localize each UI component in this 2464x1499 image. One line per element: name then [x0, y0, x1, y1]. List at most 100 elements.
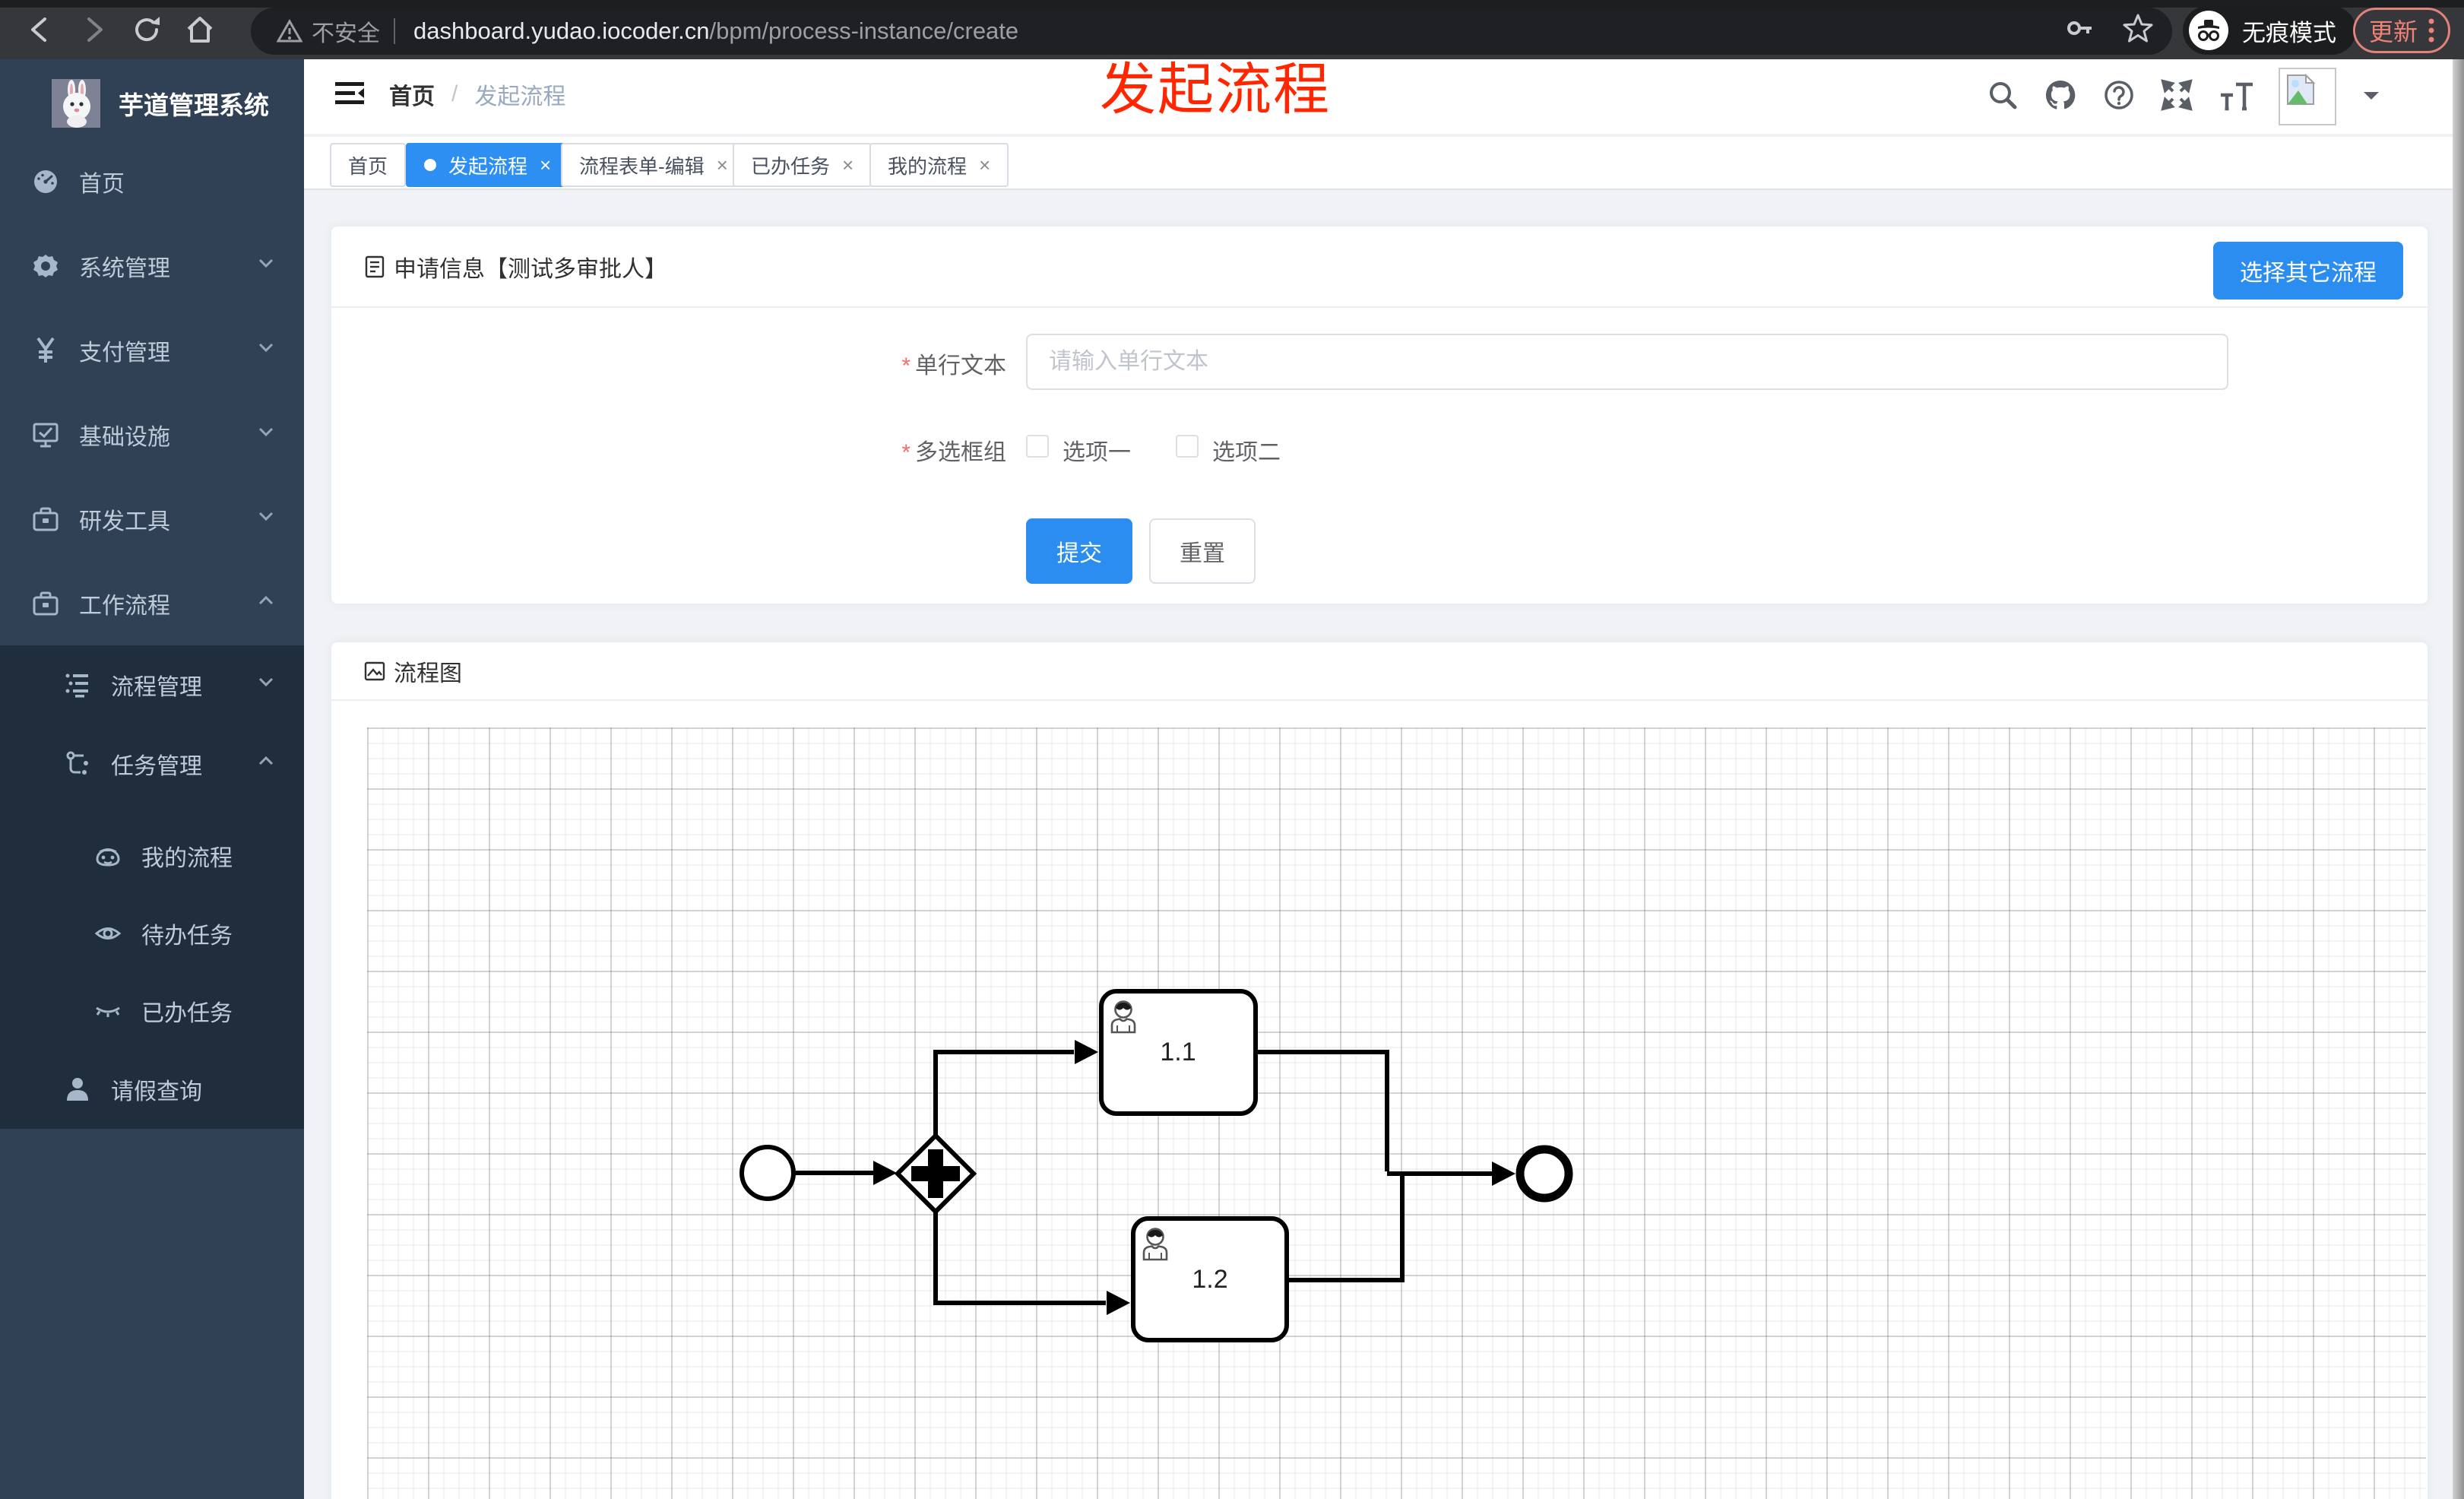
tag-done-tasks[interactable]: 已办任务 × — [733, 143, 873, 187]
url-path[interactable]: /bpm/process-instance/create — [710, 17, 1019, 45]
checkbox-option-2-label[interactable]: 选项二 — [1212, 433, 1281, 467]
sidebar-item-label: 任务管理 — [111, 754, 202, 779]
search-icon[interactable] — [1987, 79, 2019, 115]
sidebar-item-label: 研发工具 — [79, 509, 170, 534]
breadcrumb-home[interactable]: 首页 — [389, 78, 435, 111]
divider — [394, 18, 395, 44]
home-icon[interactable] — [181, 11, 219, 49]
app-logo-row[interactable]: 芋道管理系统 — [0, 59, 304, 143]
task-label: 1.1 — [1160, 1038, 1196, 1066]
picture-icon — [364, 661, 385, 680]
github-icon[interactable] — [2043, 78, 2078, 116]
sidebar-item-done-tasks[interactable]: 已办任务 — [0, 972, 304, 1050]
incognito-icon — [2189, 11, 2228, 50]
incognito-badge: 无痕模式 — [2183, 6, 2356, 55]
choose-other-process-button[interactable]: 选择其它流程 — [2213, 242, 2403, 299]
chevron-down-icon — [255, 421, 277, 448]
close-icon[interactable]: × — [979, 154, 990, 177]
tag-home[interactable]: 首页 — [330, 143, 407, 187]
sidebar-item-my-process[interactable]: 我的流程 — [0, 817, 304, 895]
url-host[interactable]: dashboard.yudao.iocoder.cn — [413, 17, 710, 45]
help-icon[interactable] — [2102, 78, 2136, 116]
bpmn-canvas[interactable]: 1.1 1.2 — [367, 727, 2426, 1499]
sidebar-item-label: 我的流程 — [141, 846, 233, 871]
tag-my-process[interactable]: 我的流程 × — [869, 143, 1009, 187]
sidebar-collapse-icon[interactable] — [331, 74, 369, 113]
avatar[interactable] — [2279, 68, 2336, 125]
caret-down-icon[interactable] — [2361, 87, 2382, 106]
toolbox-icon — [32, 505, 59, 533]
page-scrollbar[interactable] — [2453, 59, 2464, 1499]
sidebar-item-infrastructure[interactable]: 基础设施 — [0, 392, 304, 477]
forward-icon[interactable] — [74, 11, 112, 49]
start-event[interactable] — [740, 1145, 796, 1201]
sidebar-item-label: 请假查询 — [111, 1079, 202, 1104]
bpmn-diagram: 1.1 1.2 — [740, 989, 1573, 1342]
update-button[interactable]: 更新 — [2353, 8, 2450, 53]
required-marker: * — [901, 353, 911, 379]
fullscreen-icon[interactable] — [2160, 78, 2193, 116]
chrome-menu-dots-icon[interactable] — [2428, 17, 2434, 43]
rabbit-logo — [52, 79, 100, 128]
chevron-down-icon — [255, 252, 277, 280]
checkbox-option-1[interactable] — [1026, 435, 1049, 458]
sidebar-item-task-management[interactable]: 任务管理 — [0, 724, 304, 803]
sidebar-item-leave-query[interactable]: 请假查询 — [0, 1050, 304, 1129]
incognito-label: 无痕模式 — [2242, 19, 2336, 46]
close-icon[interactable]: × — [717, 154, 728, 177]
sidebar-item-home[interactable]: 首页 — [0, 139, 304, 223]
robot-icon — [94, 842, 122, 870]
user-task-1-1[interactable]: 1.1 — [1099, 989, 1258, 1116]
breadcrumb-current: 发起流程 — [474, 84, 566, 109]
end-event[interactable] — [1515, 1145, 1573, 1203]
sidebar: 芋道管理系统 首页 系统管理 支付管理 基础设施 研发工具 工作流程 流程管理 … — [0, 59, 304, 1499]
active-dot — [424, 159, 436, 171]
tag-label: 我的流程 — [888, 154, 968, 178]
sidebar-item-process-management[interactable]: 流程管理 — [0, 645, 304, 724]
chevron-up-icon — [255, 590, 277, 617]
checkbox-group-label: * 多选框组 — [901, 440, 1006, 465]
close-icon[interactable]: × — [540, 154, 551, 177]
not-secure-warning-icon[interactable] — [277, 18, 302, 44]
not-secure-label[interactable]: 不安全 — [312, 14, 380, 48]
process-diagram-card: 流程图 1.1 1.2 — [330, 641, 2429, 1499]
flow-icon — [64, 750, 91, 778]
process-diagram-title: 流程图 — [394, 661, 462, 686]
sidebar-item-workflow[interactable]: 工作流程 — [0, 561, 304, 645]
tag-start-process[interactable]: 发起流程 × — [406, 143, 570, 187]
tag-label: 发起流程 — [448, 154, 528, 178]
app-title: 芋道管理系统 — [119, 91, 269, 119]
chevron-down-icon — [255, 337, 277, 364]
eye-open-icon — [94, 920, 122, 947]
sidebar-item-dev-tools[interactable]: 研发工具 — [0, 477, 304, 561]
arrowhead — [873, 1161, 897, 1185]
close-icon[interactable]: × — [842, 154, 854, 177]
apply-info-card: 申请信息【测试多审批人】 选择其它流程 *单行文本 *多选框组 选项一 选项二 … — [330, 225, 2429, 605]
sidebar-item-label: 系统管理 — [79, 255, 170, 281]
bookmark-star-icon[interactable] — [2122, 12, 2154, 50]
reset-button[interactable]: 重置 — [1149, 518, 1256, 584]
key-icon[interactable] — [2064, 13, 2095, 49]
reload-icon[interactable] — [128, 11, 166, 49]
chevron-down-icon — [255, 505, 277, 533]
sidebar-item-todo-tasks[interactable]: 待办任务 — [0, 895, 304, 972]
arrowhead — [1075, 1040, 1098, 1064]
back-icon[interactable] — [21, 11, 59, 49]
parallel-gateway[interactable] — [894, 1132, 977, 1215]
font-size-icon[interactable] — [2218, 78, 2254, 116]
user-task-1-2[interactable]: 1.2 — [1131, 1216, 1289, 1342]
sidebar-menu: 首页 系统管理 支付管理 基础设施 研发工具 工作流程 流程管理 任务管理 我的… — [0, 139, 304, 1129]
workflow-submenu: 流程管理 任务管理 我的流程 待办任务 已办任务 请假查询 — [0, 645, 304, 1129]
sidebar-item-label: 已办任务 — [141, 1001, 233, 1026]
tag-form-edit[interactable]: 流程表单-编辑 × — [561, 143, 746, 187]
single-line-text-input[interactable] — [1026, 334, 2228, 390]
sidebar-item-system[interactable]: 系统管理 — [0, 223, 304, 308]
checkbox-option-1-label[interactable]: 选项一 — [1063, 433, 1131, 467]
text-field-label: * 单行文本 — [901, 353, 1006, 379]
submit-button[interactable]: 提交 — [1026, 518, 1132, 584]
sidebar-item-payment[interactable]: 支付管理 — [0, 308, 304, 392]
apply-info-title: 申请信息【测试多审批人】 — [394, 256, 667, 282]
checkbox-option-2[interactable] — [1176, 435, 1199, 458]
chevron-down-icon — [255, 671, 277, 699]
tag-label: 流程表单-编辑 — [579, 154, 705, 178]
